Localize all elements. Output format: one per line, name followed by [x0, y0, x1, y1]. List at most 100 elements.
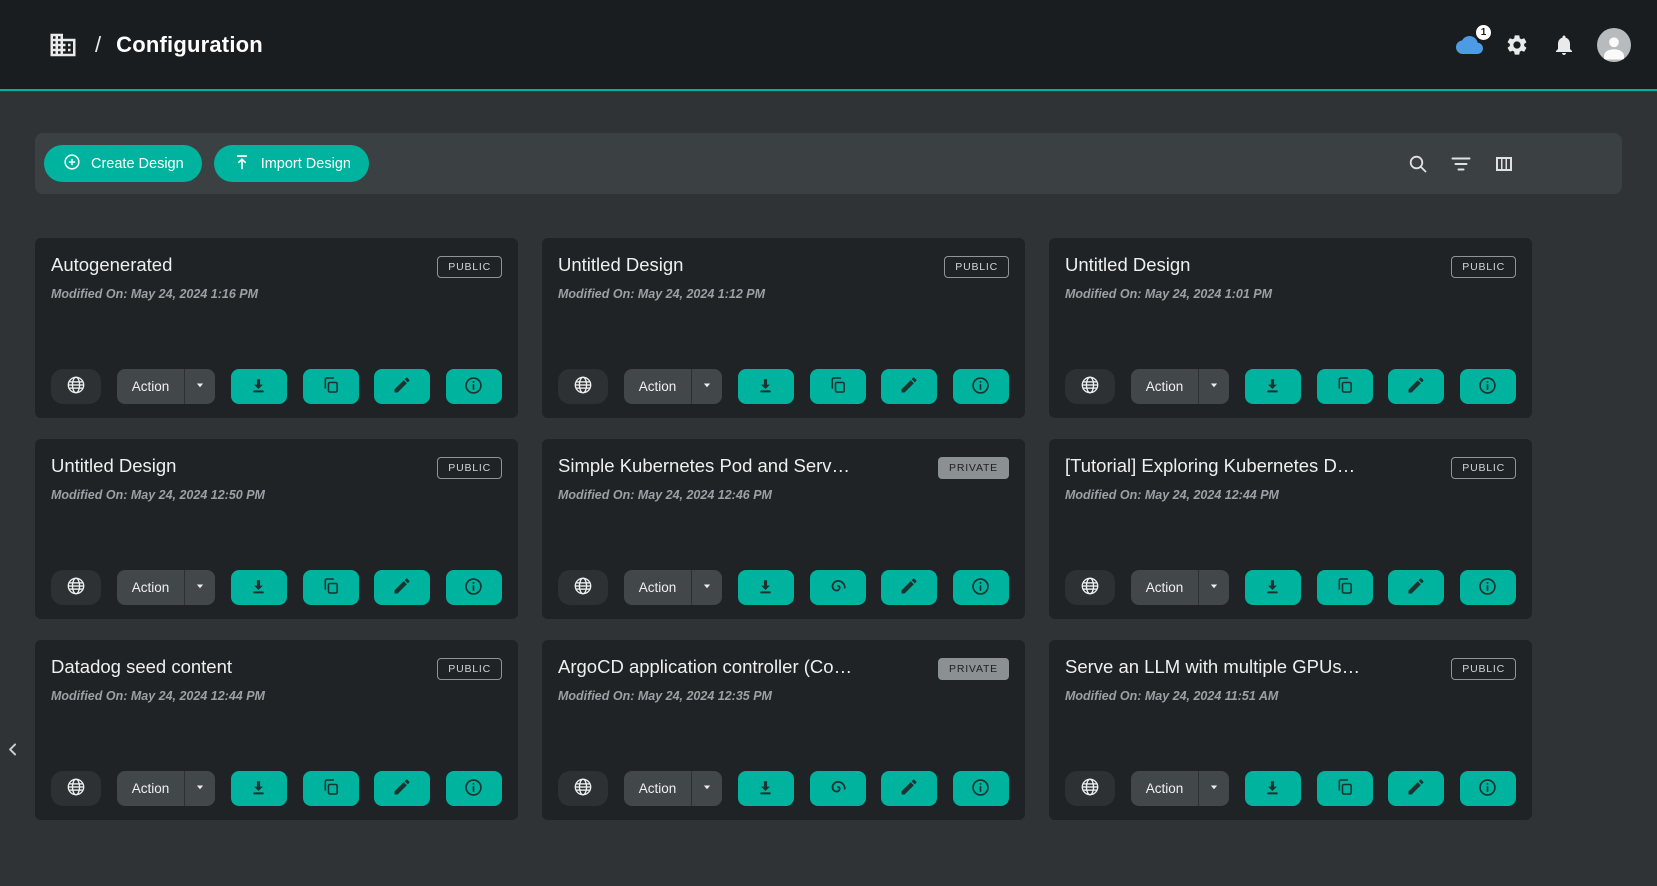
action-button[interactable]: Action — [117, 771, 185, 806]
search-icon[interactable] — [1406, 152, 1430, 176]
action-button[interactable]: Action — [117, 570, 185, 605]
download-button[interactable] — [738, 570, 794, 605]
cloud-icon[interactable]: 1 — [1456, 31, 1483, 58]
clone-button[interactable] — [303, 771, 359, 806]
action-button[interactable]: Action — [624, 369, 692, 404]
visibility-globe-button[interactable] — [51, 771, 101, 806]
info-button[interactable] — [446, 570, 502, 605]
design-card: Simple Kubernetes Pod and Serv… PRIVATE … — [542, 439, 1025, 619]
info-button[interactable] — [1460, 771, 1516, 806]
card-action-row: Action — [558, 369, 1009, 404]
action-dropdown-button[interactable] — [691, 771, 722, 806]
modified-date: Modified On: May 24, 2024 1:12 PM — [558, 287, 1009, 301]
info-button[interactable] — [953, 369, 1009, 404]
download-button[interactable] — [1245, 570, 1301, 605]
modified-date: Modified On: May 24, 2024 11:51 AM — [1065, 689, 1516, 703]
chevron-down-icon — [699, 578, 715, 597]
action-dropdown-button[interactable] — [691, 369, 722, 404]
globe-icon — [65, 374, 87, 399]
column-view-icon[interactable] — [1492, 152, 1516, 176]
edit-button[interactable] — [1388, 570, 1444, 605]
edit-button[interactable] — [1388, 369, 1444, 404]
visibility-badge: PUBLIC — [1451, 457, 1516, 479]
action-button[interactable]: Action — [624, 771, 692, 806]
snapshot-button[interactable] — [810, 570, 866, 605]
user-avatar[interactable] — [1597, 28, 1631, 62]
chevron-down-icon — [699, 377, 715, 396]
import-design-button[interactable]: Import Design — [214, 145, 369, 182]
info-button[interactable] — [446, 369, 502, 404]
download-button[interactable] — [231, 570, 287, 605]
collapse-chevron-icon[interactable] — [2, 733, 24, 765]
download-button[interactable] — [738, 369, 794, 404]
visibility-globe-button[interactable] — [51, 369, 101, 404]
info-button[interactable] — [953, 771, 1009, 806]
design-title: ArgoCD application controller (Co… — [558, 656, 852, 678]
visibility-badge: PUBLIC — [1451, 256, 1516, 278]
gear-icon[interactable] — [1503, 31, 1530, 58]
download-icon — [755, 777, 776, 801]
edit-button[interactable] — [1388, 771, 1444, 806]
visibility-globe-button[interactable] — [1065, 369, 1115, 404]
visibility-globe-button[interactable] — [51, 570, 101, 605]
download-icon — [248, 375, 269, 399]
download-button[interactable] — [231, 771, 287, 806]
info-button[interactable] — [446, 771, 502, 806]
building-icon[interactable] — [48, 29, 80, 61]
action-dropdown-button[interactable] — [184, 369, 215, 404]
action-split-button: Action — [117, 369, 216, 404]
action-dropdown-button[interactable] — [1198, 369, 1229, 404]
action-button[interactable]: Action — [624, 570, 692, 605]
clone-icon — [828, 375, 848, 398]
design-card: [Tutorial] Exploring Kubernetes D… PUBLI… — [1049, 439, 1532, 619]
clone-button[interactable] — [1317, 771, 1373, 806]
download-button[interactable] — [738, 771, 794, 806]
visibility-globe-button[interactable] — [558, 771, 608, 806]
upload-icon — [232, 152, 252, 176]
visibility-globe-button[interactable] — [558, 369, 608, 404]
visibility-globe-button[interactable] — [1065, 771, 1115, 806]
clone-button[interactable] — [1317, 369, 1373, 404]
info-button[interactable] — [1460, 570, 1516, 605]
action-dropdown-button[interactable] — [184, 771, 215, 806]
clone-button[interactable] — [810, 369, 866, 404]
spiral-icon — [827, 776, 849, 801]
chevron-down-icon — [1206, 377, 1222, 396]
app-header: / Configuration 1 — [0, 0, 1657, 91]
download-button[interactable] — [231, 369, 287, 404]
edit-button[interactable] — [374, 570, 430, 605]
clone-button[interactable] — [1317, 570, 1373, 605]
edit-button[interactable] — [374, 369, 430, 404]
design-title: Untitled Design — [51, 455, 176, 477]
globe-icon — [572, 374, 594, 399]
visibility-globe-button[interactable] — [1065, 570, 1115, 605]
action-dropdown-button[interactable] — [691, 570, 722, 605]
edit-button[interactable] — [881, 771, 937, 806]
download-button[interactable] — [1245, 771, 1301, 806]
action-dropdown-button[interactable] — [1198, 771, 1229, 806]
action-button[interactable]: Action — [1131, 369, 1199, 404]
filter-icon[interactable] — [1449, 152, 1473, 176]
action-button[interactable]: Action — [117, 369, 185, 404]
clone-button[interactable] — [303, 369, 359, 404]
action-button[interactable]: Action — [1131, 570, 1199, 605]
action-dropdown-button[interactable] — [184, 570, 215, 605]
download-icon — [248, 777, 269, 801]
action-button[interactable]: Action — [1131, 771, 1199, 806]
action-dropdown-button[interactable] — [1198, 570, 1229, 605]
download-icon — [1262, 777, 1283, 801]
create-design-button[interactable]: Create Design — [44, 145, 202, 182]
visibility-globe-button[interactable] — [558, 570, 608, 605]
edit-button[interactable] — [881, 570, 937, 605]
clone-button[interactable] — [303, 570, 359, 605]
clone-icon — [1335, 777, 1355, 800]
bell-icon[interactable] — [1550, 31, 1577, 58]
info-button[interactable] — [953, 570, 1009, 605]
snapshot-button[interactable] — [810, 771, 866, 806]
edit-button[interactable] — [881, 369, 937, 404]
info-button[interactable] — [1460, 369, 1516, 404]
pencil-icon — [1406, 777, 1426, 800]
edit-button[interactable] — [374, 771, 430, 806]
action-split-button: Action — [624, 369, 723, 404]
download-button[interactable] — [1245, 369, 1301, 404]
